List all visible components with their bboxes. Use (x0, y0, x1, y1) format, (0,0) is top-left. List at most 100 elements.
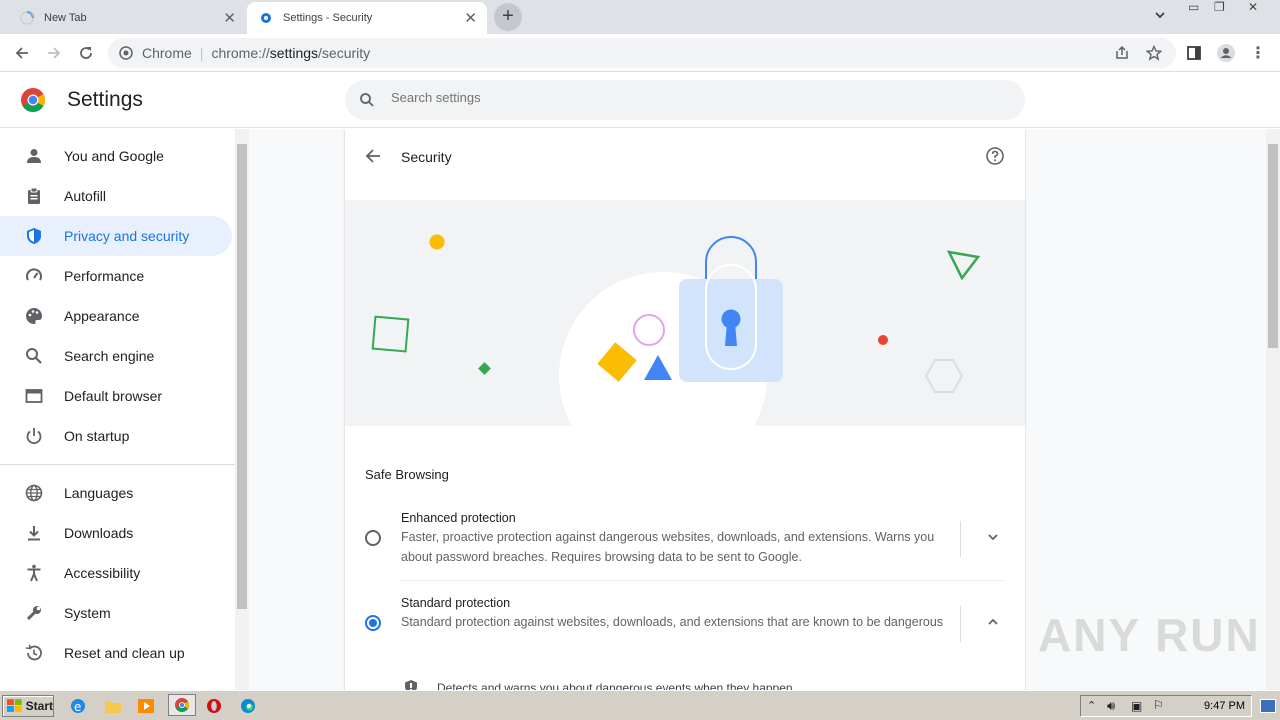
svg-text:e: e (74, 700, 81, 714)
page-scrollbar[interactable] (1266, 129, 1280, 690)
sidebar-item-label: Appearance (64, 308, 140, 324)
sidebar-item-privacy-and-security[interactable]: Privacy and security (0, 216, 232, 256)
back-button[interactable] (11, 42, 33, 64)
tray-expand-icon[interactable]: ⌃ (1087, 699, 1096, 712)
globe-icon (24, 483, 44, 503)
windows-logo-icon (7, 699, 22, 712)
power-icon (24, 426, 44, 446)
sidebar-item-search-engine[interactable]: Search engine (0, 336, 232, 376)
search-input[interactable] (391, 90, 991, 105)
clipboard-icon (24, 186, 44, 206)
sidebar-scrollbar-thumb[interactable] (237, 144, 247, 609)
page-scrollbar-thumb[interactable] (1268, 144, 1278, 348)
sidebar-item-downloads[interactable]: Downloads (0, 513, 232, 553)
address-bar[interactable]: Chrome | chrome://settings/security (108, 38, 1176, 68)
expand-chevron-icon[interactable] (985, 529, 1001, 545)
sidebar: You and Google Autofill Privacy and secu… (0, 129, 235, 690)
forward-button[interactable] (43, 42, 65, 64)
bookmark-star-icon[interactable] (1146, 45, 1162, 61)
chrome-taskbar-icon[interactable] (168, 694, 196, 716)
section-title-safe-browsing: Safe Browsing (365, 467, 449, 482)
edge-icon[interactable] (238, 697, 258, 715)
close-tab-icon[interactable]: ✕ (223, 9, 236, 27)
new-tab-button[interactable]: + (494, 3, 522, 31)
tab-label: New Tab (44, 12, 87, 24)
security-illustration (345, 200, 1025, 426)
sidebar-scrollbar[interactable] (235, 129, 249, 690)
sidebar-item-on-startup[interactable]: On startup (0, 416, 232, 456)
system-tray: ⌃ 🔊︎ ▣ ⚐ 9:47 PM (1080, 695, 1252, 717)
chrome-logo-icon (21, 88, 46, 113)
close-tab-icon[interactable]: ✕ (464, 9, 477, 27)
sidebar-item-label: Performance (64, 268, 145, 284)
sidebar-item-label: Reset and clean up (64, 645, 185, 661)
sidebar-divider (0, 464, 235, 465)
help-icon[interactable] (985, 146, 1005, 166)
enhanced-protection-radio[interactable] (365, 530, 381, 546)
sidebar-item-label: Downloads (64, 525, 134, 541)
search-icon (360, 93, 374, 107)
arrow-left-icon (15, 47, 28, 59)
wrench-icon (24, 603, 44, 623)
collapse-chevron-icon[interactable] (985, 614, 1001, 630)
opera-icon[interactable] (204, 697, 224, 715)
sidebar-item-label: Languages (64, 485, 134, 501)
sidebar-item-label: Privacy and security (64, 228, 190, 244)
page-title: Settings (67, 88, 143, 111)
flag-icon[interactable]: ⚐ (1153, 698, 1164, 712)
sidebar-item-label: Accessibility (64, 565, 141, 581)
sidebar-item-you-and-google[interactable]: You and Google (0, 136, 232, 176)
sidebar-item-appearance[interactable]: Appearance (0, 296, 232, 336)
url-text: chrome://settings/security (211, 45, 371, 61)
history-icon (24, 643, 44, 663)
sidebar-item-label: You and Google (64, 148, 164, 164)
sidebar-item-performance[interactable]: Performance (0, 256, 232, 296)
tab-search-chevron-icon[interactable] (1153, 8, 1167, 25)
menu-button[interactable]: ⋮ (1247, 42, 1269, 64)
option-divider (960, 606, 961, 642)
sidebar-item-system[interactable]: System (0, 593, 232, 633)
loading-spinner-icon (20, 11, 34, 25)
accessibility-icon (24, 563, 44, 583)
speedometer-icon (24, 266, 44, 286)
detection-detail-text: Detects and warns you about dangerous ev… (437, 681, 793, 690)
omnibox-separator: | (199, 45, 204, 61)
person-icon (24, 146, 44, 166)
minimize-icon[interactable]: ▭ (1188, 0, 1199, 14)
shield-icon (24, 226, 44, 246)
reload-icon (80, 47, 92, 59)
network-icon[interactable]: ▣ (1131, 699, 1142, 713)
search-box[interactable] (345, 80, 1025, 120)
start-button[interactable]: Start (2, 695, 54, 717)
sidebar-item-label: Search engine (64, 348, 155, 364)
standard-protection-radio[interactable] (365, 615, 381, 631)
folder-icon[interactable] (103, 697, 123, 715)
sidebar-item-default-browser[interactable]: Default browser (0, 376, 232, 416)
tab-settings-security[interactable]: Settings - Security ✕ (247, 2, 487, 34)
ie-icon[interactable]: e (68, 697, 88, 715)
tab-strip: New Tab ✕ Settings - Security ✕ + ▭ ❐ ✕ (0, 0, 1280, 34)
media-player-icon[interactable] (136, 697, 156, 715)
restore-icon[interactable]: ❐ (1214, 0, 1225, 14)
show-desktop-icon[interactable] (1260, 699, 1276, 713)
tab-new-tab[interactable]: New Tab ✕ (14, 2, 246, 34)
share-icon[interactable] (1114, 45, 1130, 61)
sidebar-item-languages[interactable]: Languages (0, 473, 232, 513)
volume-icon[interactable]: 🔊︎ (1107, 698, 1115, 714)
clock: 9:47 PM (1204, 700, 1245, 712)
browser-icon (24, 386, 44, 406)
sidebar-item-autofill[interactable]: Autofill (0, 176, 232, 216)
reload-button[interactable] (75, 42, 97, 64)
sidebar-item-label: On startup (64, 428, 130, 444)
sidebar-item-accessibility[interactable]: Accessibility (0, 553, 232, 593)
download-icon (24, 523, 44, 543)
settings-header: Settings (0, 72, 1280, 128)
close-window-icon[interactable]: ✕ (1248, 0, 1258, 14)
chrome-icon (119, 46, 133, 60)
side-panel-button[interactable] (1183, 42, 1205, 64)
back-arrow-icon[interactable] (363, 146, 383, 166)
profile-button[interactable] (1215, 42, 1237, 64)
sidebar-item-reset-and-clean-up[interactable]: Reset and clean up (0, 633, 232, 673)
option-divider (960, 521, 961, 557)
card-title: Security (401, 149, 452, 165)
